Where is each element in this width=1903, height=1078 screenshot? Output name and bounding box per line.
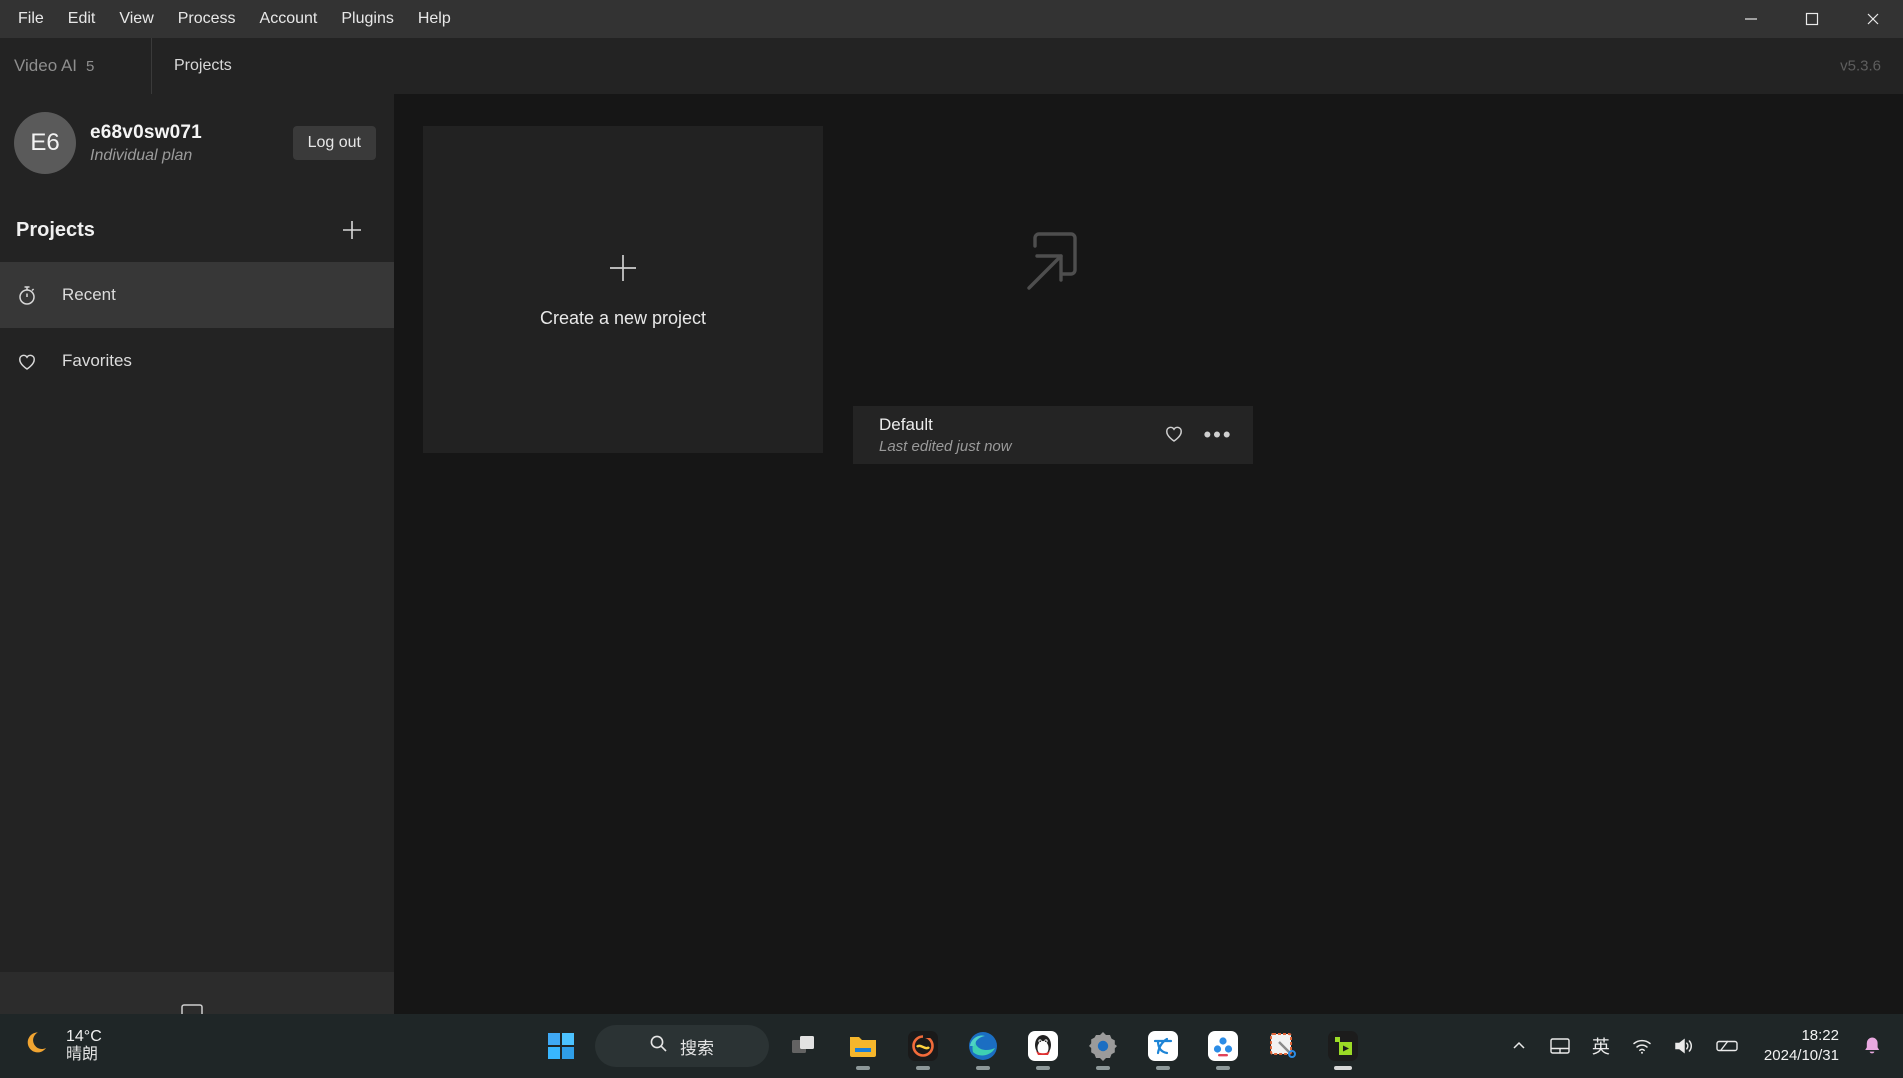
wifi-icon[interactable] [1624, 1023, 1660, 1069]
moon-icon [22, 1028, 54, 1065]
running-indicator [1216, 1066, 1230, 1070]
create-new-project-label: Create a new project [540, 308, 706, 329]
taskbar-app-video-ai[interactable] [1317, 1020, 1369, 1072]
taskbar: 14°C 晴朗 搜索 [0, 1014, 1903, 1078]
profile-text: e68v0sw071 Individual plan [90, 122, 279, 165]
menu-help[interactable]: Help [406, 5, 463, 33]
stopwatch-icon [14, 283, 40, 307]
menu-file[interactable]: File [6, 5, 56, 33]
bell-icon[interactable] [1855, 1023, 1889, 1069]
chevron-up-icon[interactable] [1502, 1023, 1536, 1069]
clock[interactable]: 18:22 2024/10/31 [1754, 1026, 1849, 1067]
sidebar-spacer [0, 394, 394, 972]
menu-bar: File Edit View Process Account Plugins H… [0, 0, 1903, 38]
menu-edit[interactable]: Edit [56, 5, 108, 33]
touchpad-icon[interactable] [1542, 1023, 1578, 1069]
running-indicator [976, 1066, 990, 1070]
running-indicator [1096, 1066, 1110, 1070]
logout-button[interactable]: Log out [293, 126, 376, 160]
sidebar-item-recent[interactable]: Recent [0, 262, 394, 328]
sidebar-item-label: Recent [62, 285, 116, 305]
app-header-bar: Video AI 5 Projects v5.3.6 [0, 38, 1903, 94]
weather-description: 晴朗 [66, 1046, 102, 1064]
running-indicator [1334, 1066, 1352, 1070]
menu-process[interactable]: Process [166, 5, 248, 33]
monitor-icon [179, 1003, 205, 1014]
tab-projects[interactable]: Projects [152, 38, 254, 94]
project-info-bar: Default Last edited just now ••• [853, 406, 1253, 464]
close-button[interactable] [1842, 0, 1903, 38]
heart-icon [1162, 421, 1186, 450]
projects-section-title: Projects [16, 219, 95, 242]
ime-indicator[interactable]: 英 [1584, 1023, 1618, 1069]
projects-section-header: Projects [0, 194, 394, 262]
sidebar-item-favorites[interactable]: Favorites [0, 328, 394, 394]
taskbar-search-label: 搜索 [680, 1034, 714, 1059]
taskbar-app-qq[interactable] [1017, 1020, 1069, 1072]
volume-icon[interactable] [1666, 1023, 1702, 1069]
main-content: Create a new project Default L [394, 94, 1903, 1014]
weather-temperature: 14°C [66, 1028, 102, 1046]
profile-username: e68v0sw071 [90, 122, 279, 144]
taskbar-app-file-explorer[interactable] [837, 1020, 889, 1072]
taskbar-center: 搜索 [535, 1020, 1369, 1072]
running-indicator [856, 1066, 870, 1070]
application-window: File Edit View Process Account Plugins H… [0, 0, 1903, 1078]
weather-widget[interactable]: 14°C 晴朗 [0, 1028, 300, 1065]
sidebar-footer[interactable] [0, 972, 394, 1014]
project-name: Default [879, 414, 1147, 435]
weather-text: 14°C 晴朗 [66, 1028, 102, 1065]
user-profile: E6 e68v0sw071 Individual plan Log out [0, 94, 394, 194]
heart-icon [14, 349, 40, 373]
projects-grid: Create a new project Default L [423, 126, 1903, 464]
taskbar-app-netdisk[interactable] [1197, 1020, 1249, 1072]
menu-view[interactable]: View [107, 5, 165, 33]
project-meta: Default Last edited just now [879, 414, 1147, 457]
taskbar-app-microsoft-edge[interactable] [957, 1020, 1009, 1072]
system-tray: 英 18:22 2024/10/31 [1502, 1014, 1903, 1078]
avatar: E6 [14, 112, 76, 174]
running-indicator [1156, 1066, 1170, 1070]
menu-plugins[interactable]: Plugins [329, 5, 405, 33]
project-thumbnail[interactable] [853, 126, 1253, 406]
taskbar-app-snipping-tool[interactable] [1257, 1020, 1309, 1072]
project-card[interactable]: Default Last edited just now ••• [853, 126, 1253, 464]
brand-name: Video AI [14, 56, 77, 76]
menu-items: File Edit View Process Account Plugins H… [0, 5, 463, 33]
sidebar: E6 e68v0sw071 Individual plan Log out Pr… [0, 94, 394, 1014]
clock-time: 18:22 [1764, 1026, 1839, 1046]
plus-icon [606, 251, 640, 290]
brand-version-count: 5 [86, 58, 94, 75]
brand: Video AI 5 [0, 38, 152, 94]
project-options-button[interactable]: ••• [1201, 418, 1235, 452]
taskbar-search[interactable]: 搜索 [595, 1025, 769, 1067]
running-indicator [1036, 1066, 1050, 1070]
taskbar-app-settings[interactable] [1077, 1020, 1129, 1072]
maximize-button[interactable] [1781, 0, 1842, 38]
plus-icon[interactable] [338, 216, 366, 244]
import-arrow-icon [1011, 222, 1095, 311]
favorite-button[interactable] [1157, 418, 1191, 452]
running-indicator [916, 1066, 930, 1070]
search-icon [649, 1034, 668, 1058]
window-controls [1720, 0, 1903, 38]
menu-account[interactable]: Account [248, 5, 330, 33]
version-label: v5.3.6 [1840, 58, 1881, 75]
clock-date: 2024/10/31 [1764, 1046, 1839, 1066]
taskbar-app-blue-cloud[interactable] [1137, 1020, 1189, 1072]
minimize-button[interactable] [1720, 0, 1781, 38]
battery-icon[interactable] [1708, 1023, 1748, 1069]
taskbar-app-task-view[interactable] [777, 1020, 829, 1072]
create-new-project-card[interactable]: Create a new project [423, 126, 823, 453]
profile-plan: Individual plan [90, 147, 279, 165]
taskbar-app-orange[interactable] [897, 1020, 949, 1072]
windows-start-icon[interactable] [535, 1020, 587, 1072]
project-last-edited: Last edited just now [879, 437, 1147, 457]
sidebar-item-label: Favorites [62, 351, 132, 371]
